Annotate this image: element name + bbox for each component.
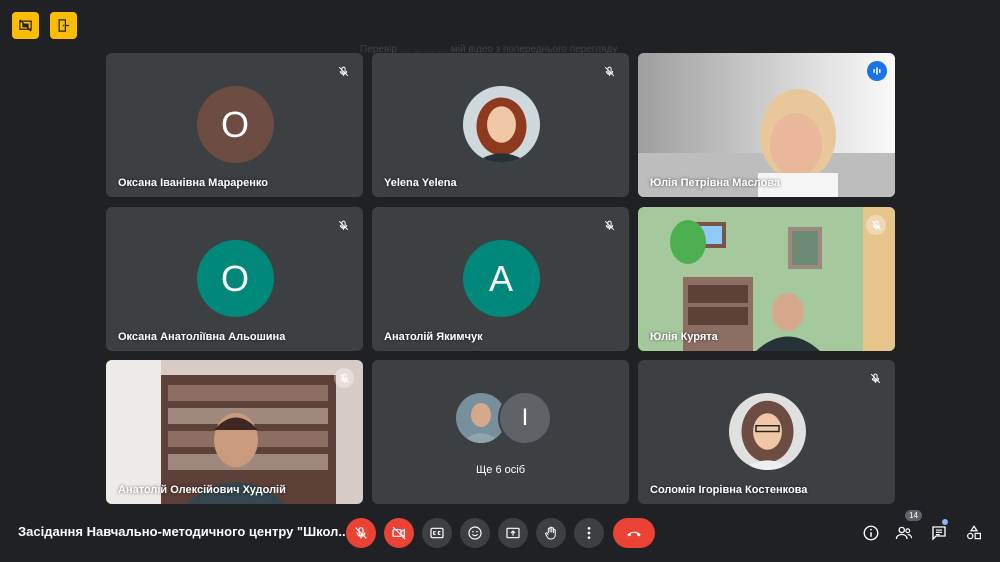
camera-off-icon [392,526,406,540]
info-icon [863,525,879,541]
mic-off-icon [866,215,886,235]
mic-off-icon [601,217,617,233]
no-present-icon [19,19,32,32]
avatar-photo [728,393,806,470]
captions-button[interactable] [422,518,452,548]
participant-tile[interactable]: А Анатолій Якимчук [372,207,629,351]
avatar-photo [462,86,540,163]
participant-name: Анатолій Олексійович Худолій [118,484,286,496]
more-participants-label: Ще 6 осіб [475,464,526,476]
participant-tile[interactable]: О Оксана Анатоліївна Альошина [106,207,363,351]
participant-video [106,360,363,504]
avatar: О [196,86,274,163]
participant-tile[interactable]: Юлія Курята [638,207,895,351]
participant-name: Оксана Анатоліївна Альошина [118,331,286,343]
activities-button[interactable] [962,521,986,545]
participant-name: Анатолій Якимчук [384,331,483,343]
camera-toggle-button[interactable] [384,518,414,548]
present-button[interactable] [498,518,528,548]
mic-off-icon [355,527,367,539]
participant-name: Yelena Yelena [384,177,457,189]
meeting-info-button[interactable] [859,521,883,545]
mic-off-icon [335,217,351,233]
participant-video [638,53,895,197]
participant-name: Юлія Петрівна Маслова [650,177,781,189]
raise-hand-icon [545,526,556,540]
people-count-badge: 14 [905,510,922,521]
participant-name: Соломія Ігорівна Костенкова [650,484,808,496]
participant-tile[interactable]: Yelena Yelena [372,53,629,197]
end-call-icon [627,531,641,537]
present-screen-icon [506,527,520,539]
mic-off-icon [601,63,617,79]
captions-icon [430,527,444,539]
no-present-button[interactable] [12,12,39,39]
more-options-button[interactable] [574,518,604,548]
meeting-title: Засідання Навчально-методичного центру "… [18,524,350,539]
reactions-button[interactable] [460,518,490,548]
chat-button[interactable] [927,521,951,545]
activities-icon [967,525,981,540]
speaking-indicator-icon [867,61,887,81]
participant-name: Юлія Курята [650,331,718,343]
exit-button[interactable] [50,12,77,39]
people-icon [895,526,913,540]
participant-tile-speaking[interactable]: Юлія Петрівна Маслова [638,53,895,197]
avatar: А [462,240,540,317]
people-button[interactable] [892,521,916,545]
raise-hand-button[interactable] [536,518,566,548]
emoji-icon [468,526,482,540]
participant-tile[interactable]: Соломія Ігорівна Костенкова [638,360,895,504]
participant-video [638,207,895,351]
mic-toggle-button[interactable] [346,518,376,548]
avatar: І [498,391,552,445]
mic-off-icon [334,368,354,388]
avatar: О [196,240,274,317]
mic-off-icon [867,370,883,386]
more-options-icon [587,527,591,539]
end-call-button[interactable] [613,518,655,548]
participant-name: Оксана Іванівна Мараренко [118,177,268,189]
participant-tile[interactable]: Анатолій Олексійович Худолій [106,360,363,504]
more-participants-tile[interactable]: І Ще 6 осіб [372,360,629,504]
participant-tile[interactable]: О Оксана Іванівна Мараренко [106,53,363,197]
exit-door-icon [58,19,70,32]
chat-icon [932,526,946,541]
mic-off-icon [335,63,351,79]
